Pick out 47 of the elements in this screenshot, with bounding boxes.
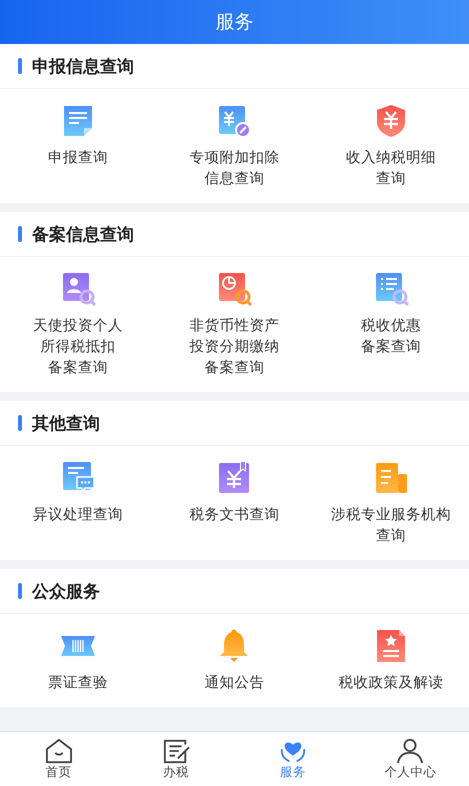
section-title: 申报信息查询 (32, 56, 134, 78)
section-title: 公众服务 (32, 580, 100, 602)
item-label-line: 专项附加扣除 (189, 149, 280, 168)
service-item[interactable]: 异议处理查询 (0, 460, 156, 547)
item-label-line: 信息查询 (204, 170, 264, 189)
chart-search-icon (216, 271, 252, 307)
item-label-line: 查询 (376, 527, 406, 546)
item-label-line: 查询 (376, 170, 406, 189)
item-label-line: 票证查验 (48, 674, 108, 693)
item-label-line: 所得税抵扣 (40, 338, 116, 357)
service-item[interactable]: 收入纳税明细 查询 (312, 103, 469, 190)
accent-bar (18, 415, 22, 431)
item-label-line: 非货币性资产 (189, 316, 280, 336)
nav-tab[interactable]: 服务 (234, 732, 352, 786)
service-item[interactable]: 税务文书查询 (156, 460, 313, 547)
accent-bar (18, 58, 22, 74)
accent-bar (18, 583, 22, 599)
service-item[interactable]: 申报查询 (0, 103, 156, 190)
item-label-line: 申报查询 (48, 149, 108, 168)
item-label-line: 通知公告 (204, 674, 264, 693)
service-item[interactable]: 通知公告 (156, 628, 313, 694)
nav-tab[interactable]: 办税 (117, 732, 234, 786)
section-title: 备案信息查询 (32, 224, 134, 246)
service-item[interactable]: 税收优惠 备案查询 (312, 271, 469, 379)
service-item[interactable]: 非货币性资产 投资分期缴纳 备案查询 (156, 271, 313, 379)
item-label-line: 涉税专业服务机构 (330, 506, 451, 525)
item-label-line: 异议处理查询 (33, 506, 124, 525)
item-label-line: 备案查询 (204, 358, 264, 378)
service-item[interactable]: 涉税专业服务机构 查询 (312, 460, 469, 547)
page-title: 服务 (216, 10, 254, 35)
nav-tab[interactable]: 首页 (0, 732, 118, 786)
item-label-line: 税务文书查询 (189, 506, 280, 525)
service-item[interactable]: 专项附加扣除 信息查询 (156, 103, 313, 190)
item-label-line: 税收政策及解读 (338, 674, 444, 693)
item-label-line: 投资分期缴纳 (189, 338, 280, 357)
service-item[interactable]: 税收政策及解读 (312, 628, 469, 694)
service-item[interactable]: 天使投资个人 所得税抵扣 备案查询 (0, 271, 156, 379)
accent-bar (18, 226, 22, 242)
nav-tab[interactable]: 个人中心 (352, 732, 469, 786)
item-label-line: 天使投资个人 (33, 317, 124, 336)
item-label-line: 税收优惠 (360, 317, 421, 336)
item-label-line: 备案查询 (48, 358, 108, 378)
item-label-line: 收入纳税明细 (346, 149, 436, 168)
section-title: 其他查询 (32, 412, 100, 434)
person-search-icon (60, 271, 96, 307)
service-item[interactable]: 票证查验 (0, 628, 156, 694)
item-label-line: 备案查询 (360, 338, 421, 357)
